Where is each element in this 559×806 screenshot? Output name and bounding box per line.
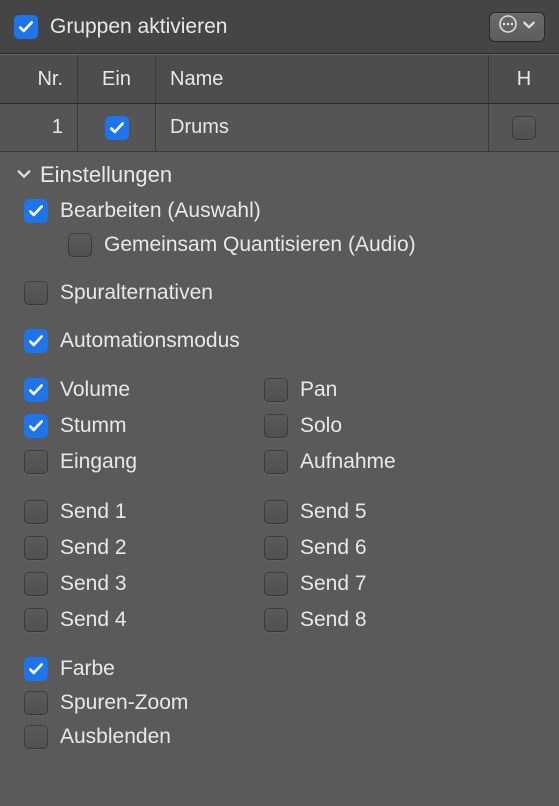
column-header-nr[interactable]: Nr.	[0, 55, 78, 103]
send5-row: Send 5	[264, 496, 367, 528]
row-nr-value: 1	[0, 104, 78, 151]
options-dropdown-button[interactable]	[489, 12, 545, 42]
automation-mode-row: Automationsmodus	[10, 324, 549, 358]
chevron-down-icon[interactable]	[16, 162, 32, 188]
input-row: Eingang	[24, 446, 264, 478]
solo-label: Solo	[300, 414, 342, 438]
color-row: Farbe	[10, 652, 549, 686]
automation-mode-checkbox[interactable]	[24, 329, 48, 353]
automation-mode-label: Automationsmodus	[60, 329, 240, 353]
top-bar: Gruppen aktivieren	[0, 0, 559, 54]
quantize-locked-label: Gemeinsam Quantisieren (Audio)	[104, 233, 416, 257]
chevron-down-icon	[522, 15, 536, 38]
hide-label: Ausblenden	[60, 725, 171, 749]
send3-checkbox[interactable]	[24, 572, 48, 596]
track-zoom-checkbox[interactable]	[24, 691, 48, 715]
edit-selection-row: Bearbeiten (Auswahl)	[10, 194, 549, 228]
table-header: Nr. Ein Name H	[0, 54, 559, 104]
solo-row: Solo	[264, 410, 342, 442]
edit-selection-label: Bearbeiten (Auswahl)	[60, 199, 261, 223]
hide-checkbox[interactable]	[24, 725, 48, 749]
track-alternatives-checkbox[interactable]	[24, 281, 48, 305]
send4-label: Send 4	[60, 608, 127, 632]
volume-label: Volume	[60, 378, 130, 402]
input-checkbox[interactable]	[24, 450, 48, 474]
mute-row: Stumm	[24, 410, 264, 442]
ellipsis-circle-icon	[498, 14, 518, 40]
volume-row: Volume	[24, 374, 264, 406]
solo-checkbox[interactable]	[264, 414, 288, 438]
record-row: Aufnahme	[264, 446, 396, 478]
settings-header[interactable]: Einstellungen	[10, 158, 549, 194]
column-header-ein[interactable]: Ein	[78, 55, 156, 103]
send7-label: Send 7	[300, 572, 367, 596]
color-label: Farbe	[60, 657, 115, 681]
mute-checkbox[interactable]	[24, 414, 48, 438]
settings-section: Einstellungen Bearbeiten (Auswahl) Gemei…	[0, 152, 559, 760]
row-h-checkbox[interactable]	[512, 116, 536, 140]
send6-row: Send 6	[264, 532, 367, 564]
send7-checkbox[interactable]	[264, 572, 288, 596]
table-row[interactable]: 1 Drums	[0, 104, 559, 152]
row-name-value[interactable]: Drums	[156, 104, 489, 151]
column-header-name[interactable]: Name	[156, 55, 489, 103]
send4-checkbox[interactable]	[24, 608, 48, 632]
send3-label: Send 3	[60, 572, 127, 596]
send2-label: Send 2	[60, 536, 127, 560]
send6-label: Send 6	[300, 536, 367, 560]
enable-groups-control: Gruppen aktivieren	[14, 15, 227, 39]
volume-checkbox[interactable]	[24, 378, 48, 402]
send6-checkbox[interactable]	[264, 536, 288, 560]
pan-checkbox[interactable]	[264, 378, 288, 402]
send5-checkbox[interactable]	[264, 500, 288, 524]
track-alternatives-row: Spuralternativen	[10, 276, 549, 310]
track-zoom-row: Spuren-Zoom	[10, 686, 549, 720]
quantize-locked-checkbox[interactable]	[68, 233, 92, 257]
hide-row: Ausblenden	[10, 720, 549, 754]
pan-row: Pan	[264, 374, 337, 406]
send2-row: Send 2	[24, 532, 264, 564]
send3-row: Send 3	[24, 568, 264, 600]
send1-label: Send 1	[60, 500, 127, 524]
send7-row: Send 7	[264, 568, 367, 600]
pan-label: Pan	[300, 378, 337, 402]
mute-label: Stumm	[60, 414, 127, 438]
send1-row: Send 1	[24, 496, 264, 528]
record-checkbox[interactable]	[264, 450, 288, 474]
quantize-locked-row: Gemeinsam Quantisieren (Audio)	[10, 228, 549, 262]
edit-selection-checkbox[interactable]	[24, 199, 48, 223]
settings-title: Einstellungen	[40, 162, 172, 188]
send5-label: Send 5	[300, 500, 367, 524]
send2-checkbox[interactable]	[24, 536, 48, 560]
record-label: Aufnahme	[300, 450, 396, 474]
enable-groups-checkbox[interactable]	[14, 15, 38, 39]
send1-checkbox[interactable]	[24, 500, 48, 524]
row-enabled-checkbox[interactable]	[105, 116, 129, 140]
color-checkbox[interactable]	[24, 657, 48, 681]
send4-row: Send 4	[24, 604, 264, 636]
input-label: Eingang	[60, 450, 137, 474]
track-alternatives-label: Spuralternativen	[60, 281, 213, 305]
send8-label: Send 8	[300, 608, 367, 632]
send8-checkbox[interactable]	[264, 608, 288, 632]
track-zoom-label: Spuren-Zoom	[60, 691, 188, 715]
send8-row: Send 8	[264, 604, 367, 636]
enable-groups-label: Gruppen aktivieren	[50, 15, 227, 39]
column-header-h[interactable]: H	[489, 55, 559, 103]
